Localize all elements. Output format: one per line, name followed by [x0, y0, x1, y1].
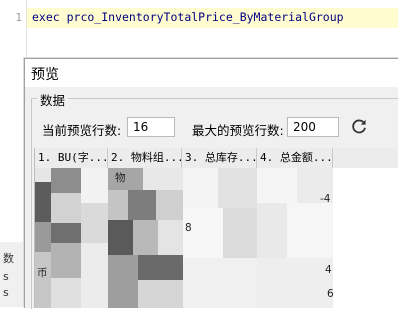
obscured-cell: [218, 168, 257, 208]
groupbox-label: 数据: [37, 90, 69, 109]
obscured-cell: [35, 222, 51, 252]
obscured-cell: [51, 193, 81, 223]
column-header[interactable]: 1. BU(字...: [35, 148, 108, 168]
obscured-cell: [257, 258, 333, 308]
obscured-cell: [133, 220, 158, 255]
obscured-cell: [108, 190, 128, 220]
obscured-cell: [138, 280, 183, 308]
obscured-cell: [51, 223, 81, 243]
dialog-title: 预览: [31, 67, 59, 83]
obscured-cell: [257, 203, 287, 258]
obscured-cell: [223, 208, 257, 258]
obscured-cell: [51, 278, 81, 308]
obscured-cell: [108, 220, 133, 255]
cell-fragment: 币: [37, 267, 48, 279]
current-line-highlight[interactable]: exec prco_InventoryTotalPrice_ByMaterial…: [27, 8, 398, 28]
obscured-cell: [35, 252, 51, 308]
max-rows-input[interactable]: 200: [287, 117, 339, 137]
preview-data-grid[interactable]: 1. BU(字... 2. 物料组... 3. 总库存... 4. 总金额...: [34, 148, 398, 308]
column-header[interactable]: 4. 总金额...: [257, 148, 333, 168]
side-panel-text: 数: [3, 252, 14, 265]
obscured-cell: [81, 243, 108, 308]
obscured-cell: [51, 243, 81, 278]
obscured-cell: [143, 168, 183, 190]
cell-fragment: 4: [325, 264, 332, 276]
obscured-cell: [35, 168, 51, 182]
current-rows-label: 当前预览行数:: [42, 123, 122, 138]
obscured-cell: [81, 168, 108, 203]
line-number: 1: [15, 11, 22, 24]
obscured-cell: [35, 182, 51, 222]
dialog-titlebar[interactable]: 预览: [25, 59, 398, 87]
side-panel-text: s: [3, 286, 9, 299]
cell-fragment: -4: [320, 193, 331, 205]
column-header[interactable]: 3. 总库存...: [182, 148, 257, 168]
column-header[interactable]: 2. 物料组...: [108, 148, 182, 168]
sql-code-line[interactable]: exec prco_InventoryTotalPrice_ByMaterial…: [32, 10, 344, 24]
cell-fragment: 8: [185, 222, 192, 234]
obscured-cell: [128, 190, 156, 220]
grid-empty-area: [333, 168, 398, 308]
obscured-cell: [287, 203, 333, 258]
side-panel-text: s: [3, 270, 9, 283]
obscured-cell: [257, 168, 297, 203]
editor-side-panel: 数 s s: [0, 242, 24, 307]
preview-dialog: 预览 数据 当前预览行数: 16 最大的预览行数: 200 1. BU(字...…: [24, 58, 398, 309]
obscured-cell: [138, 255, 183, 280]
obscured-cell: [81, 203, 108, 243]
grid-header: 1. BU(字... 2. 物料组... 3. 总库存... 4. 总金额...: [35, 148, 398, 169]
obscured-cell: [158, 220, 183, 255]
cell-fragment: 6: [327, 288, 334, 300]
current-rows-input[interactable]: 16: [127, 117, 175, 137]
obscured-cell: [156, 190, 183, 220]
grid-header-filler: [333, 148, 398, 168]
cell-fragment: 物: [115, 172, 126, 184]
obscured-cell: [183, 168, 218, 208]
obscured-cell: [108, 255, 138, 308]
obscured-cell: [51, 168, 81, 193]
obscured-cell: [183, 258, 257, 308]
refresh-icon[interactable]: [350, 118, 368, 136]
max-rows-label: 最大的预览行数:: [192, 123, 284, 138]
